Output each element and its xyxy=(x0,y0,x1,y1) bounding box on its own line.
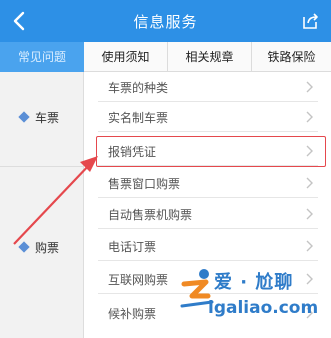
item-label: 互联网购票 xyxy=(108,273,169,287)
item-label: 车票的种类 xyxy=(108,81,169,95)
list-item[interactable]: 车票的种类 xyxy=(98,72,318,102)
top-bar: 信息服务 xyxy=(0,0,331,42)
chevron-right-icon xyxy=(306,177,313,189)
diamond-icon xyxy=(18,111,30,123)
chevron-right-icon xyxy=(306,240,313,252)
chevron-right-icon xyxy=(306,81,313,93)
tab-bar: 常见问题 使用须知 相关规章 铁路保险 xyxy=(0,42,331,72)
tab-regulations[interactable]: 相关规章 xyxy=(168,42,252,72)
share-button[interactable] xyxy=(301,12,319,30)
category-divider xyxy=(0,166,84,167)
item-label: 实名制车票 xyxy=(108,111,169,125)
category-label: 购票 xyxy=(35,240,60,255)
chevron-right-icon xyxy=(306,111,313,123)
highlight-box xyxy=(96,136,326,167)
tab-usage-notes[interactable]: 使用须知 xyxy=(84,42,168,72)
category-ticket[interactable]: 车票 xyxy=(18,109,60,125)
list-item[interactable]: 电话订票 xyxy=(98,231,318,261)
watermark-url: igaliao.com xyxy=(208,298,319,318)
share-icon xyxy=(303,13,318,29)
tab-railway-insurance[interactable]: 铁路保险 xyxy=(252,42,331,72)
category-column: 车票 购票 xyxy=(0,72,84,338)
list-item[interactable]: 售票窗口购票 xyxy=(98,168,318,198)
item-label: 售票窗口购票 xyxy=(108,177,181,191)
item-label: 电话订票 xyxy=(108,240,157,254)
chevron-right-icon xyxy=(306,208,313,220)
category-purchase[interactable]: 购票 xyxy=(18,239,60,255)
item-label: 候补购票 xyxy=(108,307,157,321)
watermark: 爱 · 尬聊 igaliao.com xyxy=(178,262,328,328)
watermark-text: 爱 · 尬聊 xyxy=(214,272,294,293)
list-item[interactable]: 自动售票机购票 xyxy=(98,199,318,229)
diamond-icon xyxy=(18,241,30,253)
tab-faq[interactable]: 常见问题 xyxy=(0,42,84,72)
list-item[interactable]: 实名制车票 xyxy=(98,102,318,132)
item-label: 自动售票机购票 xyxy=(108,208,193,222)
page-title: 信息服务 xyxy=(133,13,198,31)
category-label: 车票 xyxy=(35,110,60,125)
